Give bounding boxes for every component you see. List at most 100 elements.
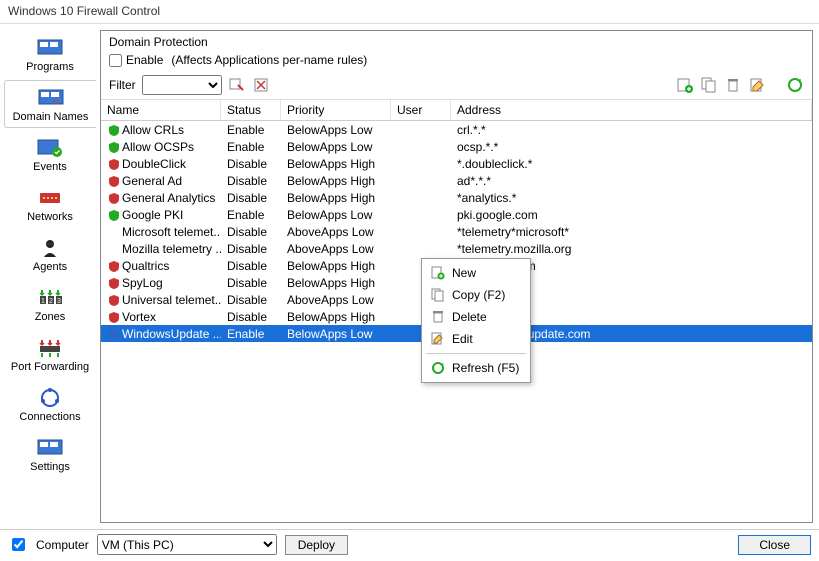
sidebar-item-agents[interactable]: Agents <box>4 230 96 278</box>
edit-icon <box>430 331 446 347</box>
computer-checkbox[interactable] <box>12 538 25 551</box>
filter-label: Filter <box>109 78 136 92</box>
sidebar-label: Connections <box>19 411 80 423</box>
trash-icon <box>430 309 446 325</box>
menu-label: Copy (F2) <box>452 288 505 302</box>
col-priority[interactable]: Priority <box>281 100 391 120</box>
col-status[interactable]: Status <box>221 100 281 120</box>
sidebar-item-zones[interactable]: 123 Zones <box>4 280 96 328</box>
cell-name: WindowsUpdate ... <box>122 327 221 341</box>
sidebar-label: Settings <box>30 461 70 473</box>
shield-green-icon <box>107 140 121 154</box>
svg-text:2: 2 <box>49 298 53 305</box>
menu-refresh[interactable]: Refresh (F5) <box>422 357 530 379</box>
table-row[interactable]: Allow OCSPs Enable BelowApps Low ocsp.*.… <box>101 138 812 155</box>
filter-select[interactable] <box>142 75 222 95</box>
menu-separator <box>426 353 526 354</box>
copy-icon[interactable] <box>700 76 718 94</box>
cell-name: Allow CRLs <box>122 123 184 137</box>
sidebar-label: Domain Names <box>13 111 89 123</box>
cell-name: Qualtrics <box>122 259 169 273</box>
menu-delete[interactable]: Delete <box>422 306 530 328</box>
zones-icon: 123 <box>36 287 64 309</box>
cell-user <box>391 195 451 201</box>
cell-name: Microsoft telemet... <box>122 225 221 239</box>
edit-icon[interactable] <box>748 76 766 94</box>
window-title: Windows 10 Firewall Control <box>0 0 819 24</box>
table-row[interactable]: General Analytics Disable BelowApps High… <box>101 189 812 206</box>
filter-clear-icon[interactable] <box>252 76 270 94</box>
sidebar-item-networks[interactable]: Networks <box>4 180 96 228</box>
shield-blue-icon <box>107 327 121 341</box>
cell-user <box>391 178 451 184</box>
cell-user <box>391 127 451 133</box>
shield-red-icon <box>107 157 121 171</box>
events-icon <box>36 137 64 159</box>
cell-priority: BelowApps Low <box>281 324 391 343</box>
cell-name: SpyLog <box>122 276 163 290</box>
menu-label: New <box>452 266 476 280</box>
cell-status: Enable <box>221 324 281 343</box>
cell-user <box>391 161 451 167</box>
table-row[interactable]: Microsoft telemet... Disable AboveApps L… <box>101 223 812 240</box>
shield-red-icon <box>107 310 121 324</box>
menu-edit[interactable]: Edit <box>422 328 530 350</box>
copy-icon <box>430 287 446 303</box>
sidebar-label: Events <box>33 161 67 173</box>
menu-label: Delete <box>452 310 487 324</box>
menu-label: Refresh (F5) <box>452 361 519 375</box>
deploy-button[interactable]: Deploy <box>285 535 348 555</box>
sidebar-label: Networks <box>27 211 73 223</box>
cell-name: Vortex <box>122 310 156 324</box>
col-name[interactable]: Name <box>101 100 221 120</box>
table-row[interactable]: Google PKI Enable BelowApps Low pki.goog… <box>101 206 812 223</box>
shield-red-icon <box>107 293 121 307</box>
svg-text:1: 1 <box>41 298 45 305</box>
cell-name: General Ad <box>122 174 182 188</box>
new-icon[interactable] <box>676 76 694 94</box>
sidebar-item-events[interactable]: Events <box>4 130 96 178</box>
domain-names-icon: n <box>37 87 65 109</box>
sidebar-item-port-forwarding[interactable]: Port Forwarding <box>4 330 96 378</box>
col-user[interactable]: User <box>391 100 451 120</box>
menu-copy[interactable]: Copy (F2) <box>422 284 530 306</box>
shield-green-icon <box>107 123 121 137</box>
bottom-bar: Computer VM (This PC) Deploy Close <box>0 529 819 559</box>
enable-hint: (Affects Applications per-name rules) <box>171 53 367 67</box>
main-panel: Domain Protection Enable (Affects Applic… <box>100 30 813 523</box>
table-row[interactable]: General Ad Disable BelowApps High ad*.*.… <box>101 172 812 189</box>
refresh-icon[interactable] <box>786 76 804 94</box>
sidebar-item-settings[interactable]: Settings <box>4 430 96 478</box>
sidebar-item-programs[interactable]: Programs <box>4 30 96 78</box>
menu-new[interactable]: New <box>422 262 530 284</box>
computer-select[interactable]: VM (This PC) <box>97 534 277 555</box>
filter-apply-icon[interactable] <box>228 76 246 94</box>
delete-icon[interactable] <box>724 76 742 94</box>
shield-red-icon <box>107 276 121 290</box>
sidebar-label: Agents <box>33 261 67 273</box>
agents-icon <box>36 237 64 259</box>
cell-name: Allow OCSPs <box>122 140 194 154</box>
enable-label: Enable <box>126 53 163 67</box>
col-address[interactable]: Address <box>451 100 812 120</box>
shield-red-icon <box>107 191 121 205</box>
table-row[interactable]: Mozilla telemetry ... Disable AboveApps … <box>101 240 812 257</box>
menu-label: Edit <box>452 332 473 346</box>
cell-name: Universal telemet... <box>122 293 221 307</box>
panel-title: Domain Protection <box>101 31 812 51</box>
svg-text:3: 3 <box>57 298 61 305</box>
sidebar-label: Zones <box>35 311 66 323</box>
cell-user <box>391 229 451 235</box>
table-row[interactable]: DoubleClick Disable BelowApps High *.dou… <box>101 155 812 172</box>
networks-icon <box>36 187 64 209</box>
sidebar: Programs n Domain Names Events Networks … <box>0 24 100 529</box>
cell-name: DoubleClick <box>122 157 186 171</box>
none-icon <box>107 225 121 239</box>
sidebar-item-domain-names[interactable]: n Domain Names <box>4 80 96 128</box>
table-row[interactable]: Allow CRLs Enable BelowApps Low crl.*.* <box>101 121 812 138</box>
enable-checkbox[interactable] <box>109 54 122 67</box>
cell-user <box>391 144 451 150</box>
sidebar-item-connections[interactable]: Connections <box>4 380 96 428</box>
cell-name: Google PKI <box>122 208 183 222</box>
close-button[interactable]: Close <box>738 535 811 555</box>
